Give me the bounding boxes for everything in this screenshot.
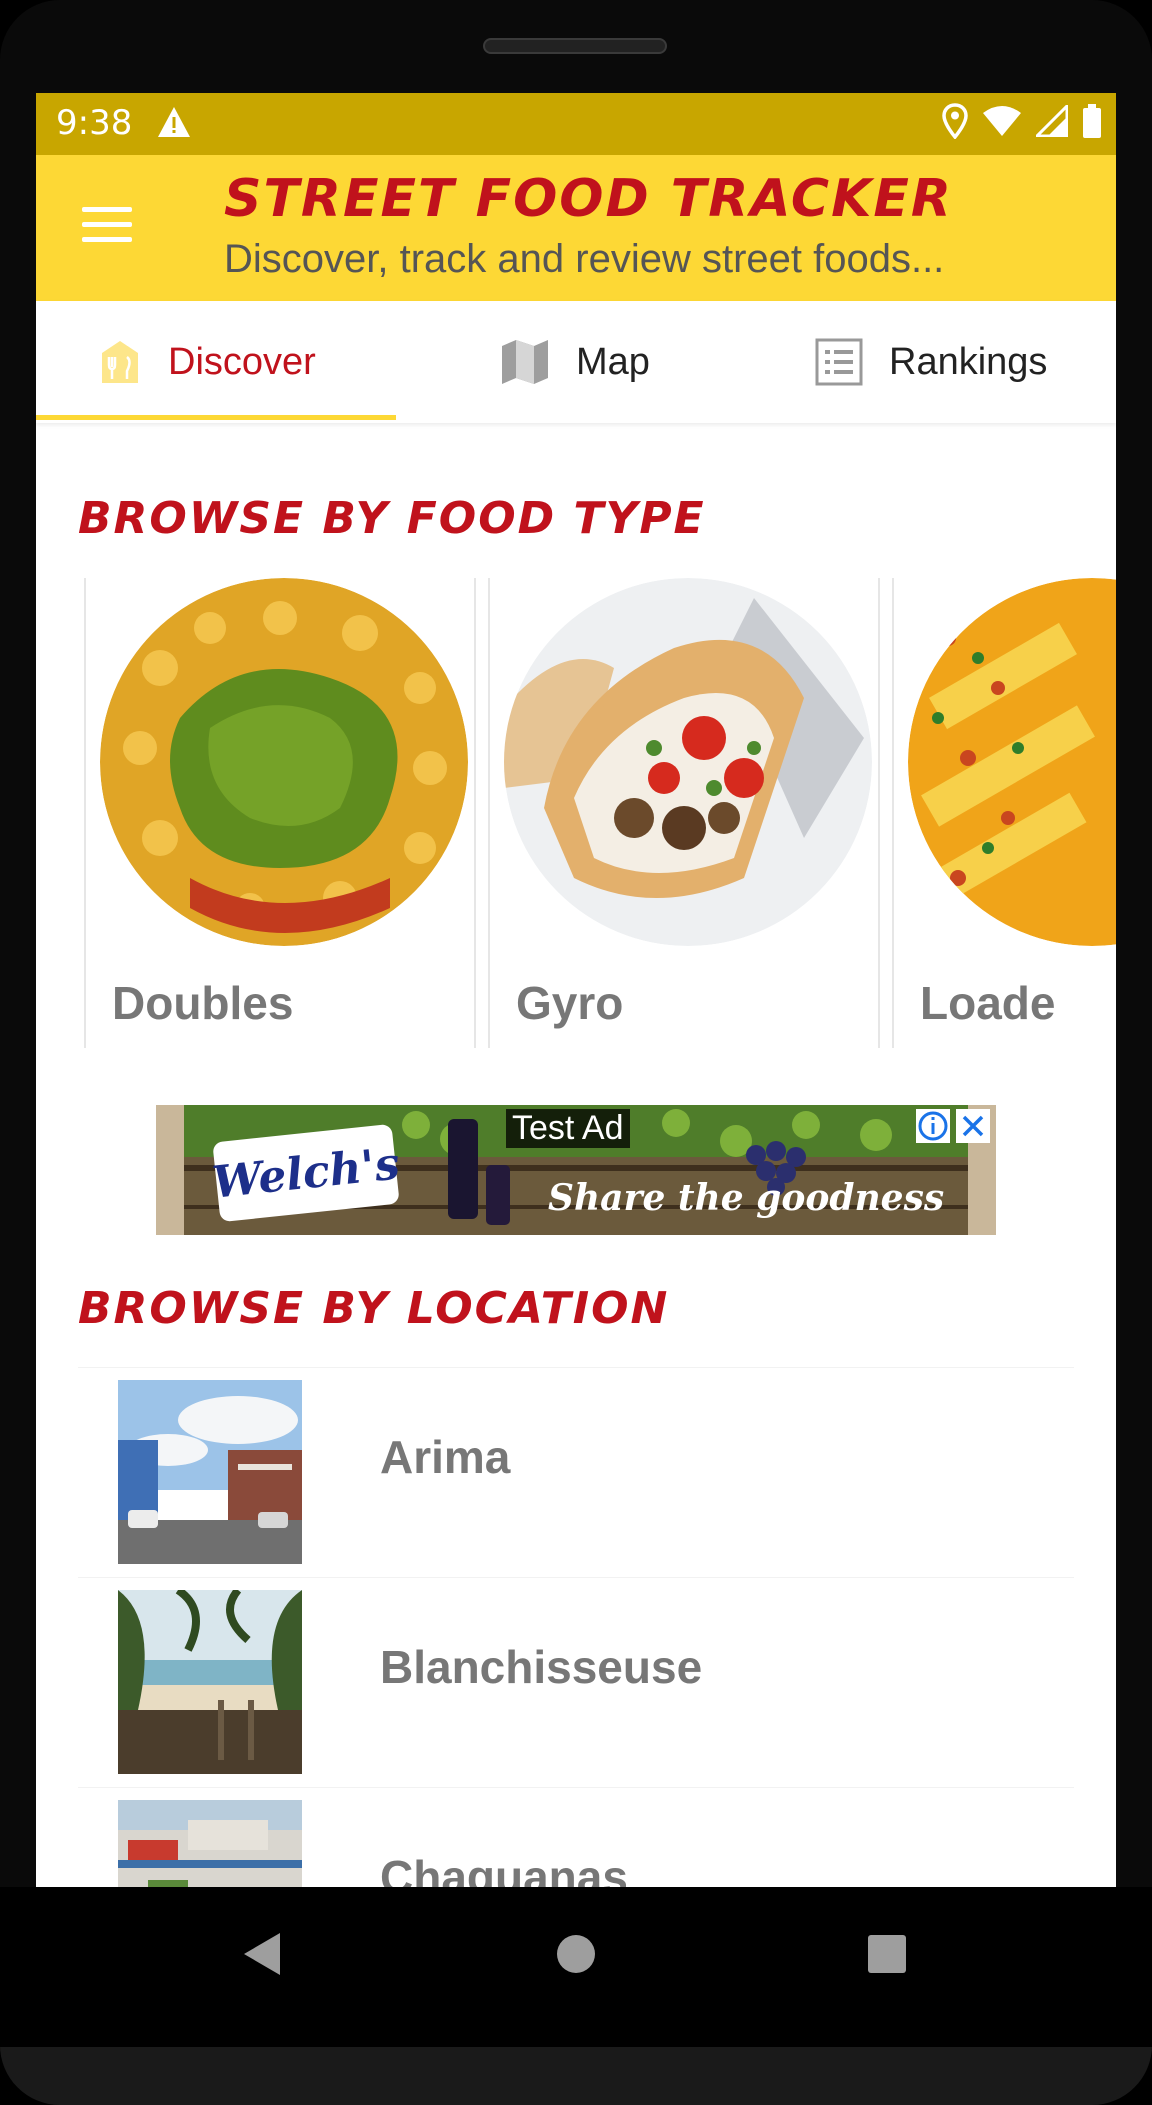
recents-icon[interactable] <box>866 1931 908 1981</box>
status-bar: 9:38 <box>36 93 1116 155</box>
food-stall-icon <box>98 339 142 385</box>
ad-info-icon[interactable] <box>916 1109 950 1147</box>
speaker-grille <box>483 38 667 54</box>
ad-banner[interactable]: Welch's Test Ad Share the goodness <box>156 1105 996 1235</box>
location-item-blanchisseuse[interactable]: Blanchisseuse <box>78 1577 1074 1786</box>
divider <box>78 1787 1074 1788</box>
divider <box>78 1367 1074 1368</box>
section-title-location: BROWSE BY LOCATION <box>78 1283 670 1334</box>
divider <box>78 1577 1074 1578</box>
location-name: Arima <box>380 1431 511 1483</box>
location-image-chaguanas <box>118 1800 302 1887</box>
ad-close-icon[interactable] <box>956 1109 990 1147</box>
ad-controls <box>916 1109 990 1147</box>
location-name: Chaguanas <box>380 1851 628 1887</box>
tab-label: Map <box>576 340 650 383</box>
location-icon <box>942 103 968 143</box>
tab-rankings[interactable]: Rankings <box>815 301 1047 423</box>
food-image-gyro <box>504 578 872 946</box>
location-image-blanchisseuse <box>118 1590 302 1774</box>
food-card-gyro[interactable]: Gyro <box>488 578 880 1048</box>
active-tab-indicator <box>36 415 396 420</box>
hamburger-menu-icon[interactable] <box>82 207 132 247</box>
phone-chin <box>0 2047 1152 2105</box>
warning-icon <box>156 105 192 143</box>
status-icons <box>942 102 1102 143</box>
tab-label: Discover <box>168 340 316 383</box>
phone-frame: 9:38 STREET FOOD TRACKER Discover, track… <box>0 0 1152 2105</box>
location-item-chaguanas[interactable]: Chaguanas <box>78 1787 1074 1887</box>
map-icon <box>500 338 550 386</box>
food-image-loaded <box>908 578 1116 946</box>
system-nav-bar <box>0 1887 1152 2047</box>
food-label: Doubles <box>112 977 294 1029</box>
food-label: Gyro <box>516 977 624 1029</box>
tab-discover[interactable]: Discover <box>98 301 316 423</box>
back-icon[interactable] <box>240 1931 284 1981</box>
food-label: Loade <box>920 977 1056 1029</box>
tab-map[interactable]: Map <box>500 301 650 423</box>
wifi-icon <box>982 105 1022 141</box>
section-title-food-type: BROWSE BY FOOD TYPE <box>78 493 706 544</box>
list-icon <box>815 338 863 386</box>
home-icon[interactable] <box>555 1931 597 1981</box>
app-screen: 9:38 STREET FOOD TRACKER Discover, track… <box>36 93 1116 1887</box>
app-subtitle: Discover, track and review street foods.… <box>224 237 945 281</box>
ad-slogan: Share the goodness <box>548 1177 945 1219</box>
food-card-loaded[interactable]: Loade <box>892 578 1116 1048</box>
status-time: 9:38 <box>56 103 133 143</box>
tab-bar: Discover Map Rankings <box>36 301 1116 423</box>
battery-icon <box>1082 104 1102 142</box>
tab-label: Rankings <box>889 340 1048 383</box>
app-title: STREET FOOD TRACKER <box>224 169 953 229</box>
signal-icon <box>1033 102 1069 141</box>
location-image-arima <box>118 1380 302 1564</box>
ad-test-label: Test Ad <box>506 1109 630 1148</box>
food-image-doubles <box>100 578 468 946</box>
food-card-doubles[interactable]: Doubles <box>84 578 476 1048</box>
food-type-carousel[interactable]: Doubles Gyro Loade <box>78 578 1116 1050</box>
location-name: Blanchisseuse <box>380 1641 703 1693</box>
app-bar: STREET FOOD TRACKER Discover, track and … <box>36 155 1116 301</box>
location-item-arima[interactable]: Arima <box>78 1367 1074 1576</box>
